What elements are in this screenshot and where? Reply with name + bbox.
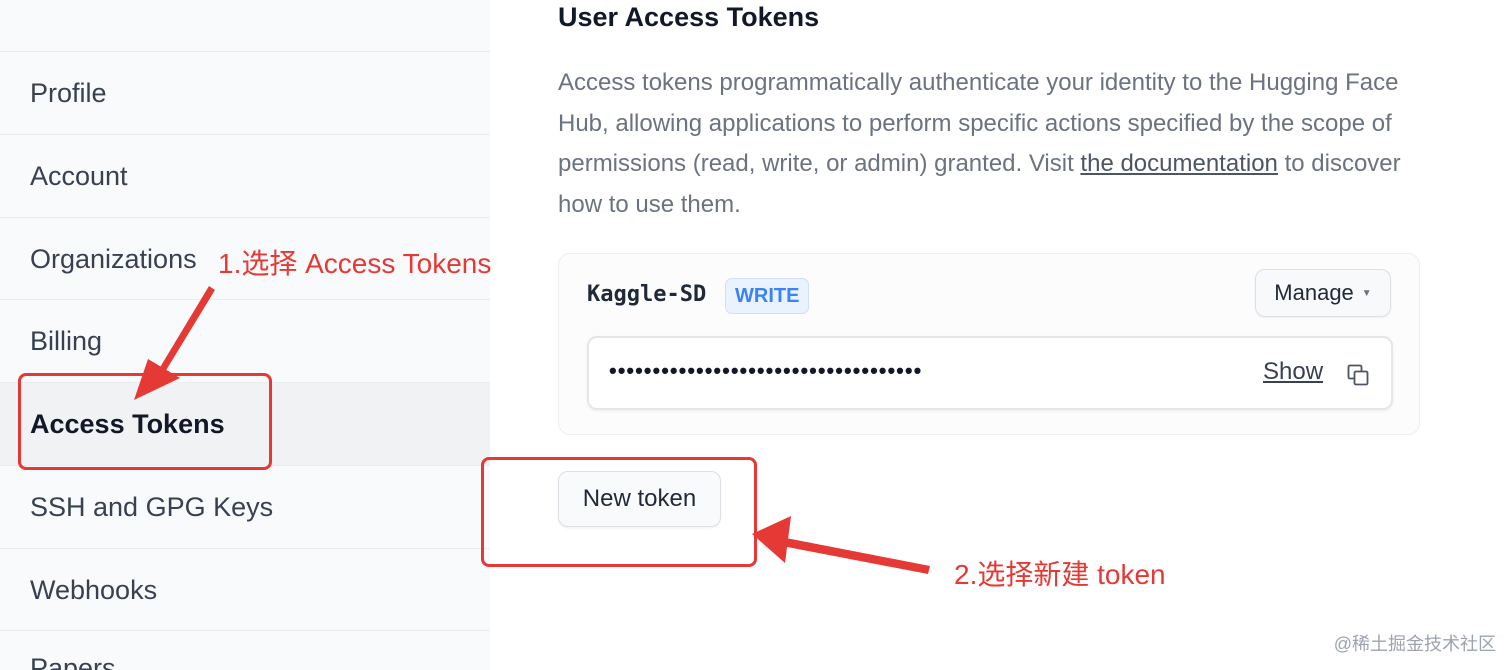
sidebar-item-papers[interactable]: Papers [0,631,490,670]
copy-icon[interactable] [1347,364,1369,386]
manage-button[interactable]: Manage ▼ [1255,269,1391,317]
token-secret-field[interactable]: •••••••••••••••••••••••••••••••••••• Sho… [587,336,1393,410]
annotation-highlight-new-token [481,457,757,567]
sidebar-item-label: Webhooks [30,574,158,605]
token-secret-value: •••••••••••••••••••••••••••••••••••• [609,358,923,383]
sidebar-item-label: Account [30,160,128,191]
token-name: Kaggle-SD [587,282,707,307]
annotation-step-1: 1.选择 Access Tokens [218,248,492,279]
sidebar-item-webhooks[interactable]: Webhooks [0,549,490,631]
watermark: @稀土掘金技术社区 [1333,634,1496,654]
caret-down-icon: ▼ [1361,287,1372,299]
sidebar-item-label: SSH and GPG Keys [30,491,274,522]
annotation-step-2: 2.选择新建 token [954,559,1166,590]
sidebar-item-label: Billing [30,325,103,356]
sidebar-item-account[interactable]: Account [0,135,490,217]
page-title: User Access Tokens [558,2,820,32]
sidebar-item-profile[interactable]: Profile [0,52,490,134]
token-card: Kaggle-SD WRITE Manage ▼ •••••••••••••••… [558,253,1420,435]
sidebar-item-billing[interactable]: Billing [0,300,490,382]
sidebar-item-label: Papers [30,653,116,670]
manage-button-label: Manage [1274,280,1354,305]
sidebar-item-label: Profile [30,77,107,108]
page-description: Access tokens programmatically authentic… [558,63,1418,225]
show-token-button[interactable]: Show [1263,358,1323,386]
settings-sidebar: Profile Account Organizations Billing Ac… [0,0,490,670]
annotation-highlight-access-tokens [18,373,272,470]
sidebar-item-ssh-gpg-keys[interactable]: SSH and GPG Keys [0,466,490,548]
token-role-badge: WRITE [725,278,810,314]
documentation-link[interactable]: the documentation [1080,150,1277,177]
sidebar-item-label: Organizations [30,243,197,274]
